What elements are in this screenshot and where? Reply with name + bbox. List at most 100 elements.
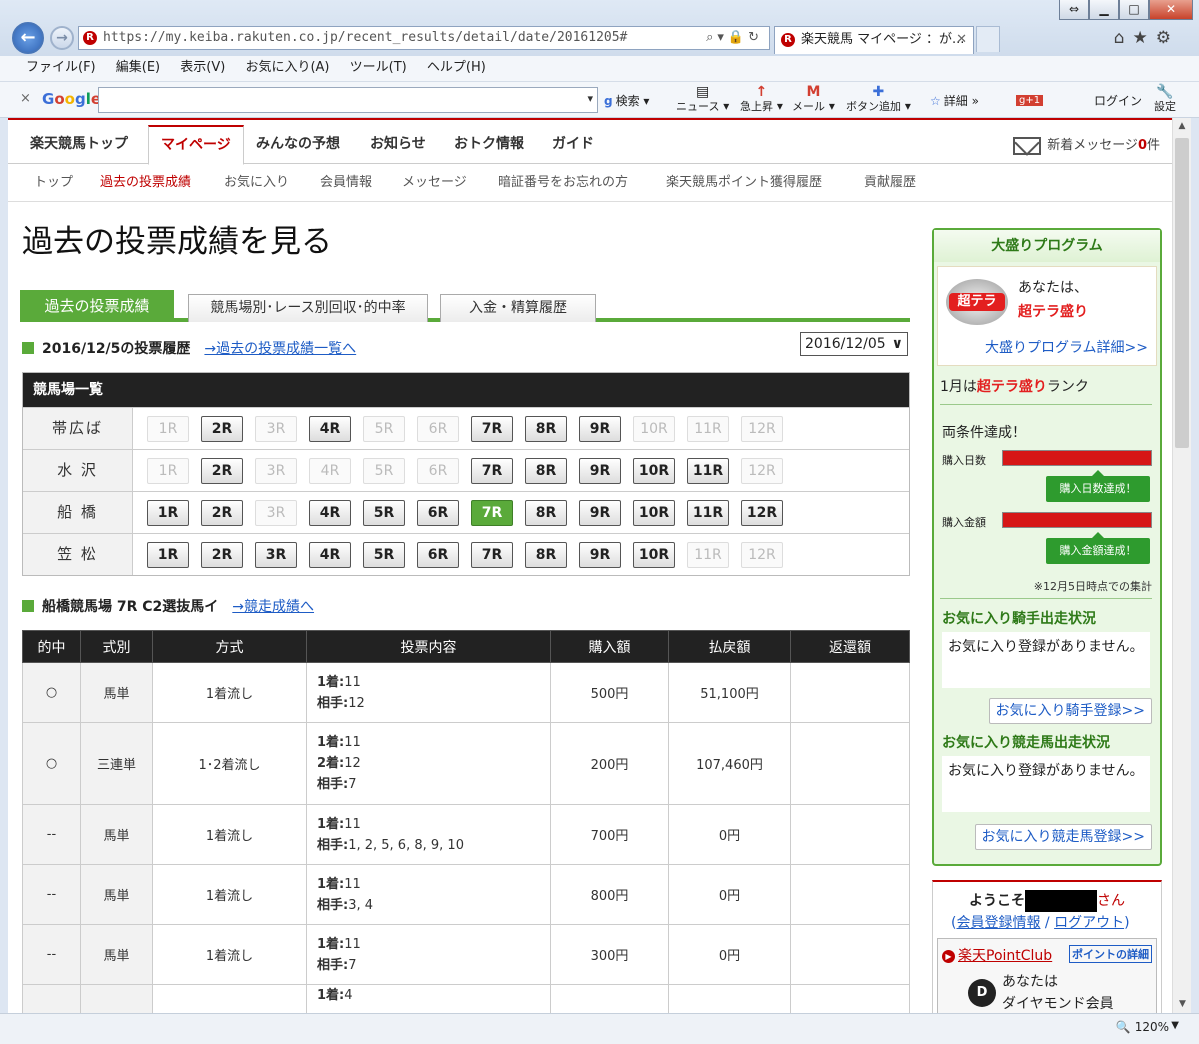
- add-button-button[interactable]: ✚ ボタン追加 ▾: [846, 85, 911, 114]
- tab-close-icon[interactable]: ✕: [956, 27, 967, 53]
- race-button[interactable]: 8R: [525, 500, 567, 526]
- race-button[interactable]: 5R: [363, 542, 405, 568]
- race-button[interactable]: 9R: [579, 542, 621, 568]
- race-button[interactable]: 1R: [147, 500, 189, 526]
- race-button[interactable]: 10R: [633, 542, 675, 568]
- race-button[interactable]: 7R: [471, 458, 513, 484]
- race-button[interactable]: 9R: [579, 416, 621, 442]
- subnav-messages[interactable]: メッセージ: [402, 166, 467, 200]
- mail-button[interactable]: M メール ▾: [792, 85, 835, 114]
- details-button[interactable]: ☆ 詳細 »: [930, 92, 979, 109]
- back-button[interactable]: ←: [12, 22, 44, 54]
- race-button[interactable]: 3R: [255, 542, 297, 568]
- gear-icon[interactable]: ⚙: [1156, 28, 1179, 48]
- favorites-star-icon[interactable]: ★: [1133, 28, 1156, 48]
- close-toolbar-icon[interactable]: ×: [20, 91, 31, 106]
- omori-detail-link[interactable]: 大盛りプログラム詳細>>: [985, 337, 1148, 357]
- gnav-guide[interactable]: ガイド: [552, 130, 594, 164]
- race-button[interactable]: 6R: [417, 542, 459, 568]
- gnav-news[interactable]: お知らせ: [370, 130, 426, 164]
- point-club-link[interactable]: 楽天PointClub: [942, 945, 1052, 965]
- method-cell: 1着流し: [152, 662, 307, 723]
- race-results-link[interactable]: →競走成績へ: [232, 599, 314, 615]
- race-button[interactable]: 10R: [633, 500, 675, 526]
- past-results-list-link[interactable]: →過去の投票成績一覧へ: [204, 341, 356, 357]
- tab-track-race-rates[interactable]: 競馬場別･レース別回収･的中率: [188, 294, 428, 322]
- race-button[interactable]: 12R: [741, 500, 783, 526]
- menu-file[interactable]: ファイル(F): [26, 60, 96, 75]
- menu-favorites[interactable]: お気に入り(A): [245, 60, 329, 75]
- bet-line-key: 相手:: [317, 897, 349, 913]
- race-button[interactable]: 4R: [309, 416, 351, 442]
- close-window-button[interactable]: ✕: [1149, 0, 1193, 20]
- menu-help[interactable]: ヘルプ(H): [427, 60, 486, 75]
- vertical-scrollbar[interactable]: ▲ ▼: [1172, 118, 1191, 1013]
- point-detail-button[interactable]: ポイントの詳細: [1069, 945, 1152, 963]
- menu-view[interactable]: 表示(V): [180, 60, 225, 75]
- menu-tools[interactable]: ツール(T): [350, 60, 407, 75]
- maximize-button[interactable]: □: [1119, 0, 1149, 20]
- forward-button[interactable]: →: [50, 26, 74, 50]
- race-button[interactable]: 7R: [471, 542, 513, 568]
- address-controls[interactable]: ⌕▾🔒↻: [706, 27, 763, 49]
- login-button[interactable]: ログイン: [1094, 92, 1142, 109]
- minimize-button[interactable]: ▁: [1089, 0, 1119, 20]
- subnav-top[interactable]: トップ: [34, 166, 73, 200]
- subnav-past-results[interactable]: 過去の投票成績: [100, 166, 191, 200]
- race-button[interactable]: 2R: [201, 416, 243, 442]
- scroll-down-icon[interactable]: ▼: [1173, 996, 1192, 1013]
- google-search-button[interactable]: g 検索 ▾: [604, 92, 649, 109]
- home-icon[interactable]: ⌂: [1114, 28, 1133, 48]
- swap-window-button[interactable]: ⇔: [1059, 0, 1089, 20]
- subnav-contribution-history[interactable]: 貢献履歴: [864, 166, 916, 200]
- logout-link[interactable]: ログアウト: [1054, 915, 1124, 931]
- gnav-deals[interactable]: おトク情報: [454, 130, 524, 164]
- gnav-keiba-top[interactable]: 楽天競馬トップ: [30, 130, 128, 164]
- race-button[interactable]: 8R: [525, 458, 567, 484]
- race-button[interactable]: 4R: [309, 500, 351, 526]
- race-button[interactable]: 4R: [309, 542, 351, 568]
- tab-deposit-history[interactable]: 入金・精算履歴: [440, 294, 596, 322]
- new-messages[interactable]: 新着メッセージ0件: [1013, 134, 1160, 155]
- zoom-dropdown-icon[interactable]: ▼: [1171, 1020, 1179, 1031]
- race-button[interactable]: 9R: [579, 500, 621, 526]
- news-button[interactable]: ▤ ニュース ▾: [676, 85, 729, 114]
- fav-jockey-register-button[interactable]: お気に入り騎手登録>>: [988, 698, 1152, 724]
- subnav-favorites[interactable]: お気に入り: [224, 166, 289, 200]
- scroll-thumb[interactable]: [1175, 138, 1189, 448]
- race-button[interactable]: 9R: [579, 458, 621, 484]
- race-button[interactable]: 11R: [687, 500, 729, 526]
- trending-button[interactable]: ↑ 急上昇 ▾: [740, 85, 783, 114]
- race-button[interactable]: 7R: [471, 416, 513, 442]
- member-info-link[interactable]: 会員登録情報: [956, 915, 1040, 931]
- race-button[interactable]: 8R: [525, 542, 567, 568]
- gnav-yosou[interactable]: みんなの予想: [256, 130, 340, 164]
- race-button[interactable]: 2R: [201, 458, 243, 484]
- race-button[interactable]: 2R: [201, 542, 243, 568]
- date-select[interactable]: 2016/12/05: [800, 332, 908, 356]
- menu-edit[interactable]: 編集(E): [116, 60, 160, 75]
- subnav-forgot-pin[interactable]: 暗証番号をお忘れの方: [498, 166, 628, 200]
- race-button[interactable]: 6R: [417, 500, 459, 526]
- race-button[interactable]: 11R: [687, 458, 729, 484]
- scroll-up-icon[interactable]: ▲: [1173, 118, 1191, 135]
- race-button[interactable]: 10R: [633, 458, 675, 484]
- race-button[interactable]: 7R: [471, 500, 513, 526]
- google-search-input[interactable]: [98, 87, 598, 113]
- subnav-member-info[interactable]: 会員情報: [320, 166, 372, 200]
- race-button[interactable]: 5R: [363, 500, 405, 526]
- subnav-point-history[interactable]: 楽天競馬ポイント獲得履歴: [666, 166, 822, 200]
- browser-tab-active[interactable]: R 楽天競馬 マイページ ：が... ✕: [774, 26, 974, 54]
- fav-horse-register-button[interactable]: お気に入り競走馬登録>>: [974, 824, 1152, 850]
- gnav-mypage[interactable]: マイページ: [148, 125, 244, 165]
- new-tab-button[interactable]: [976, 26, 1000, 52]
- race-button[interactable]: 8R: [525, 416, 567, 442]
- race-button[interactable]: 1R: [147, 542, 189, 568]
- settings-button[interactable]: 🔧 設定: [1154, 85, 1176, 114]
- race-button[interactable]: 2R: [201, 500, 243, 526]
- tab-past-results[interactable]: 過去の投票成績: [20, 290, 174, 322]
- zoom-level[interactable]: 🔍 120%: [1116, 1020, 1169, 1034]
- google-plus-button[interactable]: g+1: [1016, 92, 1044, 106]
- address-bar[interactable]: R https://my.keiba.rakuten.co.jp/recent_…: [78, 26, 770, 50]
- green-square-icon: [22, 600, 34, 612]
